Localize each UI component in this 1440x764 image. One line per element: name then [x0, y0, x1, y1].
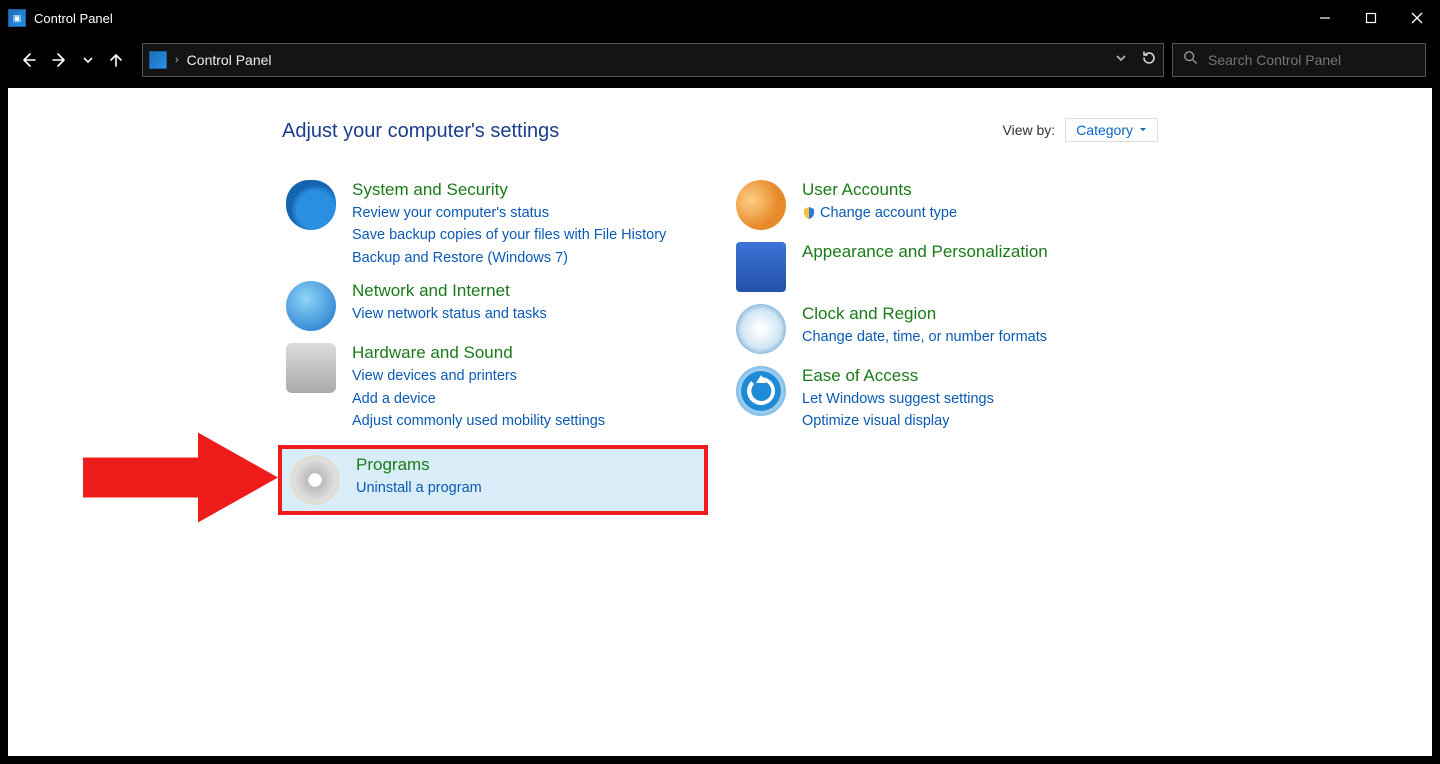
- category-system-security[interactable]: System and Security Review your computer…: [278, 174, 708, 275]
- monitor-icon: [736, 242, 786, 292]
- address-dropdown-icon[interactable]: [1115, 51, 1127, 69]
- link-devices-printers[interactable]: View devices and printers: [352, 365, 605, 387]
- control-panel-icon: [149, 51, 167, 69]
- category-title[interactable]: System and Security: [352, 180, 666, 200]
- search-icon: [1183, 50, 1198, 70]
- link-file-history[interactable]: Save backup copies of your files with Fi…: [352, 224, 666, 246]
- category-appearance[interactable]: Appearance and Personalization: [728, 236, 1158, 298]
- category-hardware-sound[interactable]: Hardware and Sound View devices and prin…: [278, 337, 708, 438]
- view-by-dropdown[interactable]: Category: [1065, 118, 1158, 142]
- breadcrumb[interactable]: Control Panel: [187, 52, 272, 68]
- breadcrumb-separator-icon: ›: [175, 54, 179, 66]
- link-mobility-settings[interactable]: Adjust commonly used mobility settings: [352, 410, 605, 432]
- refresh-button[interactable]: [1141, 50, 1157, 71]
- maximize-button[interactable]: [1348, 0, 1394, 36]
- view-by-value: Category: [1076, 122, 1133, 138]
- category-title[interactable]: Clock and Region: [802, 304, 1047, 324]
- disc-icon: [290, 455, 340, 505]
- arrow-annotation-icon: [83, 427, 278, 532]
- user-accounts-icon: [736, 180, 786, 230]
- link-optimize-display[interactable]: Optimize visual display: [802, 410, 994, 432]
- link-network-status[interactable]: View network status and tasks: [352, 303, 547, 325]
- close-button[interactable]: [1394, 0, 1440, 36]
- chevron-down-icon: [1139, 126, 1147, 134]
- shield-icon: [286, 180, 336, 230]
- category-title[interactable]: Network and Internet: [352, 281, 547, 301]
- category-programs[interactable]: Programs Uninstall a program: [278, 445, 708, 515]
- window-controls: [1302, 0, 1440, 36]
- clock-icon: [736, 304, 786, 354]
- titlebar: ▣ Control Panel: [0, 0, 1440, 36]
- uac-shield-icon: [802, 206, 816, 220]
- link-date-time-formats[interactable]: Change date, time, or number formats: [802, 326, 1047, 348]
- globe-icon: [286, 281, 336, 331]
- link-backup-restore[interactable]: Backup and Restore (Windows 7): [352, 247, 666, 269]
- category-title[interactable]: Programs: [356, 455, 482, 475]
- page-title: Adjust your computer's settings: [282, 120, 559, 143]
- content-area: Adjust your computer's settings View by:…: [8, 88, 1432, 756]
- toolbar: › Control Panel: [0, 36, 1440, 84]
- view-by-label: View by:: [1003, 122, 1056, 138]
- back-button[interactable]: [14, 46, 42, 74]
- link-change-account-type[interactable]: Change account type: [802, 202, 957, 224]
- link-review-status[interactable]: Review your computer's status: [352, 202, 666, 224]
- up-button[interactable]: [102, 46, 130, 74]
- category-network-internet[interactable]: Network and Internet View network status…: [278, 275, 708, 337]
- search-input[interactable]: [1208, 52, 1415, 68]
- link-uninstall-program[interactable]: Uninstall a program: [356, 477, 482, 499]
- minimize-button[interactable]: [1302, 0, 1348, 36]
- window-title: Control Panel: [34, 11, 113, 26]
- view-by: View by: Category: [1003, 118, 1158, 142]
- category-clock-region[interactable]: Clock and Region Change date, time, or n…: [728, 298, 1158, 360]
- printer-icon: [286, 343, 336, 393]
- category-title[interactable]: Hardware and Sound: [352, 343, 605, 363]
- link-windows-suggest[interactable]: Let Windows suggest settings: [802, 388, 994, 410]
- category-ease-of-access[interactable]: Ease of Access Let Windows suggest setti…: [728, 360, 1158, 439]
- link-add-device[interactable]: Add a device: [352, 388, 605, 410]
- address-bar[interactable]: › Control Panel: [142, 43, 1164, 77]
- category-title[interactable]: Appearance and Personalization: [802, 242, 1048, 262]
- ease-of-access-icon: [736, 366, 786, 416]
- control-panel-icon: ▣: [8, 9, 26, 27]
- category-user-accounts[interactable]: User Accounts Change account type: [728, 174, 1158, 236]
- category-title[interactable]: Ease of Access: [802, 366, 994, 386]
- category-title[interactable]: User Accounts: [802, 180, 957, 200]
- recent-locations-button[interactable]: [78, 46, 98, 74]
- search-box[interactable]: [1172, 43, 1426, 77]
- forward-button[interactable]: [46, 46, 74, 74]
